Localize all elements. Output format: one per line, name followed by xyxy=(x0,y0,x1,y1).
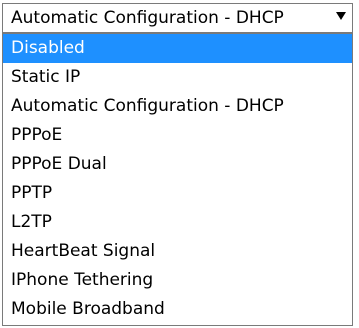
option-iphone-tethering[interactable]: IPhone Tethering xyxy=(3,266,352,295)
option-dhcp[interactable]: Automatic Configuration - DHCP xyxy=(3,92,352,121)
connection-type-select[interactable]: Automatic Configuration - DHCP xyxy=(2,3,353,33)
chevron-down-icon[interactable] xyxy=(336,12,346,20)
option-static-ip[interactable]: Static IP xyxy=(3,63,352,92)
option-l2tp[interactable]: L2TP xyxy=(3,208,352,237)
select-current-value: Automatic Configuration - DHCP xyxy=(11,8,284,28)
option-pppoe[interactable]: PPPoE xyxy=(3,121,352,150)
option-disabled[interactable]: Disabled xyxy=(3,34,352,63)
option-pppoe-dual[interactable]: PPPoE Dual xyxy=(3,150,352,179)
option-heartbeat-signal[interactable]: HeartBeat Signal xyxy=(3,237,352,266)
option-mobile-broadband[interactable]: Mobile Broadband xyxy=(3,295,352,324)
option-pptp[interactable]: PPTP xyxy=(3,179,352,208)
dropdown-options-list: Disabled Static IP Automatic Configurati… xyxy=(2,33,353,326)
